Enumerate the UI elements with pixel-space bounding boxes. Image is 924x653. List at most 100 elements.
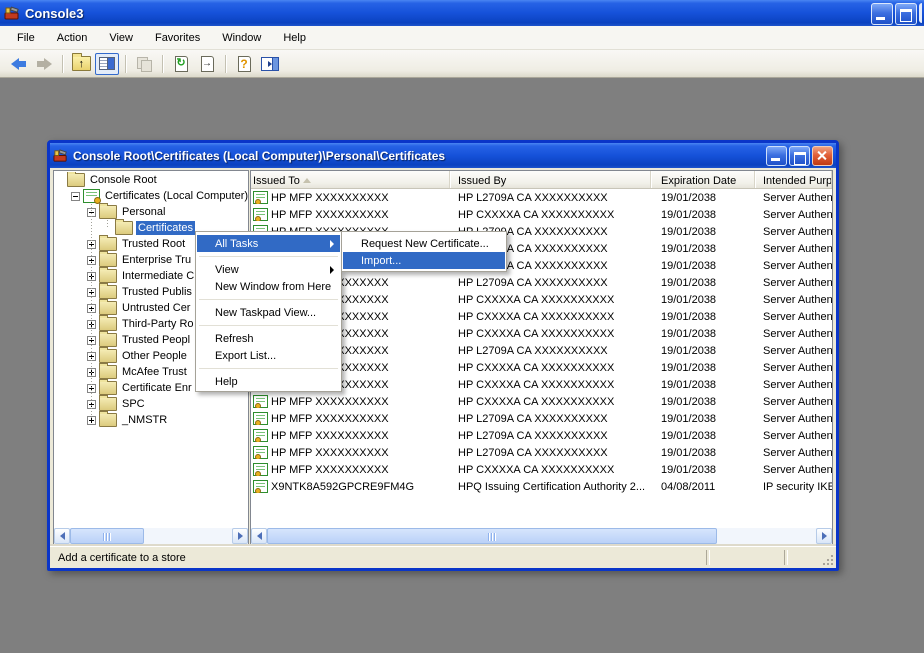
tree-item-label: SPC: [120, 397, 147, 411]
cell-issued-to: HP MFP XXXXXXXXXX: [251, 446, 450, 459]
menubar-item-action[interactable]: Action: [46, 28, 99, 48]
menu-item-all-tasks[interactable]: All Tasks: [197, 235, 340, 252]
folder-icon: [99, 397, 117, 411]
forward-icon[interactable]: [32, 53, 56, 75]
scroll-right-arrow-icon[interactable]: [816, 528, 832, 544]
tree-item-label: Trusted Root: [120, 237, 187, 251]
column-header-expiration-date[interactable]: Expiration Date: [651, 171, 755, 188]
show-hide-action-pane-icon[interactable]: [258, 53, 282, 75]
scroll-left-arrow-icon[interactable]: [54, 528, 70, 544]
column-header-intended-purpo[interactable]: Intended Purpo: [755, 171, 832, 188]
column-header-issued-to[interactable]: Issued To: [251, 171, 450, 188]
status-divider: [784, 550, 788, 565]
cell-issued-by: HP CXXXXA CA XXXXXXXXXX: [450, 379, 651, 391]
list-scrollbar-thumb[interactable]: [267, 528, 717, 544]
tree-item-label: Certificate Enr: [120, 381, 194, 395]
cell-expiration-date: 19/01/2038: [651, 464, 755, 476]
certificate-row[interactable]: HP MFP XXXXXXXXXXHP L2709A CA XXXXXXXXXX…: [251, 410, 832, 427]
menubar-item-favorites[interactable]: Favorites: [144, 28, 211, 48]
tree-horizontal-scrollbar[interactable]: [54, 528, 248, 544]
certificate-row[interactable]: HP MFP XXXXXXXXXXHP L2709A CA XXXXXXXXXX…: [251, 444, 832, 461]
help-icon[interactable]: ?: [232, 53, 256, 75]
refresh-icon[interactable]: ↻: [169, 53, 193, 75]
certificate-row[interactable]: HP MFP XXXXXXXXXXHP L2709A CA XXXXXXXXXX…: [251, 427, 832, 444]
console-window-icon: [4, 5, 20, 21]
menu-item-refresh[interactable]: Refresh: [197, 330, 340, 347]
child-close-button-icon[interactable]: [812, 146, 833, 166]
menu-item-export-list-[interactable]: Export List...: [197, 347, 340, 364]
child-minimize-button-icon[interactable]: [766, 146, 787, 166]
cell-intended-purposes: Server Authenti: [755, 379, 832, 391]
column-header-issued-by[interactable]: Issued By: [450, 171, 651, 188]
menu-item-help[interactable]: Help: [197, 373, 340, 390]
status-divider: [706, 550, 710, 565]
certificates-child-window: Console Root\Certificates (Local Compute…: [47, 140, 839, 571]
cell-intended-purposes: Server Authenti: [755, 328, 832, 340]
cell-intended-purposes: Server Authenti: [755, 277, 832, 289]
cell-issued-to: HP MFP XXXXXXXXXX: [251, 463, 450, 476]
main-toolbar: ↑ ↻→?: [0, 50, 924, 78]
minimize-button-icon[interactable]: [871, 3, 893, 25]
resize-grip[interactable]: [821, 553, 835, 567]
cell-issued-to: HP MFP XXXXXXXXXX: [251, 412, 450, 425]
menu-item-new-taskpad-view-[interactable]: New Taskpad View...: [197, 304, 340, 321]
cell-intended-purposes: Server Authenti: [755, 447, 832, 459]
tree-guide-line: [91, 204, 92, 420]
copy-icon[interactable]: [132, 53, 156, 75]
child-titlebar[interactable]: Console Root\Certificates (Local Compute…: [50, 143, 836, 168]
main-titlebar[interactable]: Console3: [0, 0, 924, 26]
cell-expiration-date: 19/01/2038: [651, 345, 755, 357]
certificate-row[interactable]: HP MFP XXXXXXXXXXHP CXXXXA CA XXXXXXXXXX…: [251, 461, 832, 478]
folder-icon: [99, 317, 117, 331]
menu-item-view[interactable]: View: [197, 261, 340, 278]
scroll-right-arrow-icon[interactable]: [232, 528, 248, 544]
menubar-item-help[interactable]: Help: [272, 28, 317, 48]
tree-item-personal[interactable]: Personal: [54, 204, 248, 220]
collapse-minus-icon[interactable]: [71, 192, 80, 201]
tree-scrollbar-thumb[interactable]: [70, 528, 144, 544]
toolbar-separator: [225, 55, 226, 73]
cell-issued-by: HP L2709A CA XXXXXXXXXX: [450, 192, 651, 204]
show-hide-console-tree-icon[interactable]: [95, 53, 119, 75]
cell-expiration-date: 19/01/2038: [651, 277, 755, 289]
certificate-row[interactable]: HP MFP XXXXXXXXXXHP CXXXXA CA XXXXXXXXXX…: [251, 393, 832, 410]
tree-scrollbar-track[interactable]: [144, 528, 232, 544]
menu-item-new-window-from-here[interactable]: New Window from Here: [197, 278, 340, 295]
close-button-icon[interactable]: [919, 3, 922, 23]
certificate-row[interactable]: HP MFP XXXXXXXXXXHP CXXXXA CA XXXXXXXXXX…: [251, 206, 832, 223]
up-one-level-icon[interactable]: ↑: [69, 53, 93, 75]
menu-item-request-new-certificate-[interactable]: Request New Certificate...: [343, 235, 505, 252]
cell-issued-to: HP MFP XXXXXXXXXX: [251, 429, 450, 442]
cell-intended-purposes: Server Authenti: [755, 260, 832, 272]
tree-item--nmstr[interactable]: _NMSTR: [54, 412, 248, 428]
child-maximize-button-icon[interactable]: [789, 146, 810, 166]
maximize-button-icon[interactable]: [895, 3, 917, 25]
child-status-bar: Add a certificate to a store: [50, 546, 836, 568]
tree-item-certificates-local-computer-[interactable]: Certificates (Local Computer): [54, 188, 248, 204]
certificate-row[interactable]: X9NTK8A592GPCRE9FM4GHPQ Issuing Certific…: [251, 478, 832, 495]
cell-issued-by: HP CXXXXA CA XXXXXXXXXX: [450, 311, 651, 323]
cell-issued-by: HP L2709A CA XXXXXXXXXX: [450, 277, 651, 289]
cell-intended-purposes: Server Authenti: [755, 464, 832, 476]
export-list-icon[interactable]: →: [195, 53, 219, 75]
tree-item-label: Other People: [120, 349, 189, 363]
tree-item-console-root[interactable]: Console Root: [54, 172, 248, 188]
tree-item-label: Trusted Peopl: [120, 333, 192, 347]
tree-item-label: _NMSTR: [120, 413, 169, 427]
cell-expiration-date: 19/01/2038: [651, 379, 755, 391]
cell-intended-purposes: Server Authenti: [755, 413, 832, 425]
menubar-item-window[interactable]: Window: [211, 28, 272, 48]
list-scrollbar-track[interactable]: [717, 528, 816, 544]
certificate-row[interactable]: HP MFP XXXXXXXXXXHP L2709A CA XXXXXXXXXX…: [251, 189, 832, 206]
scroll-left-arrow-icon[interactable]: [251, 528, 267, 544]
menubar-item-file[interactable]: File: [6, 28, 46, 48]
list-horizontal-scrollbar[interactable]: [251, 528, 832, 544]
tree-item-label: Third-Party Ro: [120, 317, 196, 331]
tree-item-spc[interactable]: SPC: [54, 396, 248, 412]
cell-issued-by: HP CXXXXA CA XXXXXXXXXX: [450, 396, 651, 408]
folder-icon: [99, 413, 117, 427]
menu-item-import-[interactable]: Import...: [343, 252, 505, 269]
toolbar-separator: [62, 55, 63, 73]
back-icon[interactable]: [6, 53, 30, 75]
menubar-item-view[interactable]: View: [98, 28, 144, 48]
